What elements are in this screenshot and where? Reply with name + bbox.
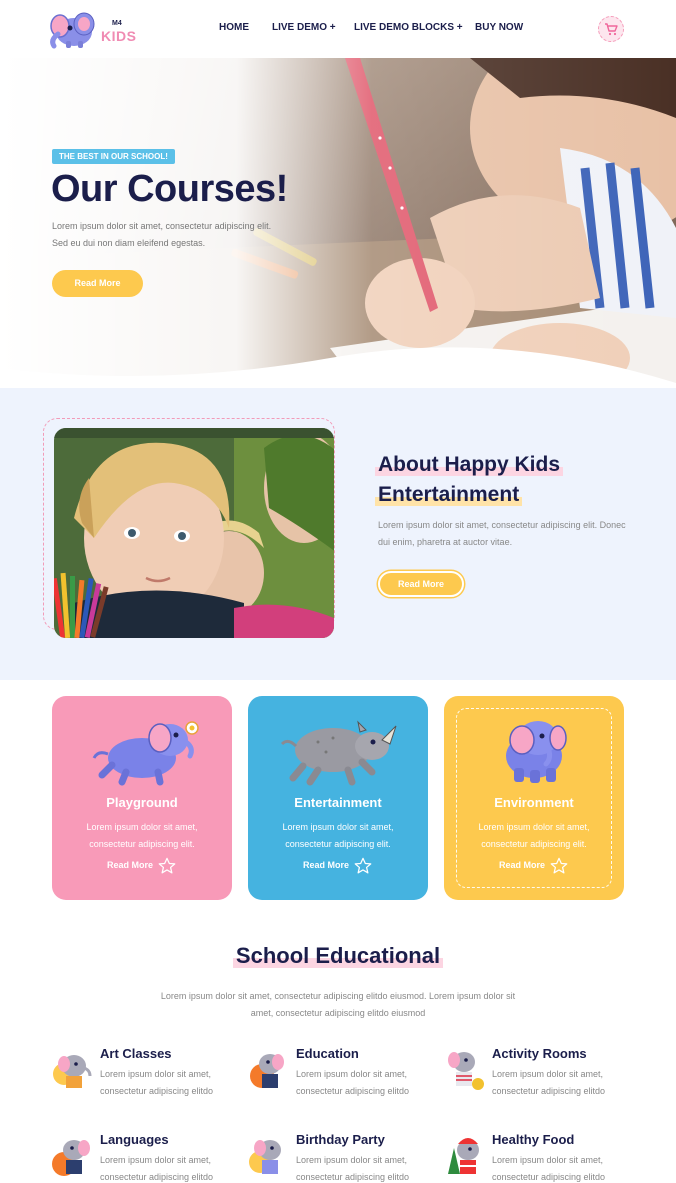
logo-text: KIDS [101, 28, 137, 44]
educational-subtitle: Lorem ipsum dolor sit amet, consectetur … [150, 988, 526, 1022]
hero-badge: THE BEST IN OUR SCHOOL! [52, 149, 175, 164]
card-read-more-link[interactable]: Read More [499, 860, 545, 870]
child-photo [54, 428, 334, 638]
about-title-line-1: About Happy Kids [375, 453, 563, 476]
hero-text-line-2: Sed eu dui non diam eleifend egestas. [52, 238, 206, 248]
feature-text-line-2: consectetur adipiscing elitdo [296, 1172, 410, 1182]
feature-education: Education Lorem ipsum dolor sit amet, co… [248, 1046, 438, 1106]
feature-text-line-2: consectetur adipiscing elitdo [296, 1086, 410, 1096]
feature-title: Activity Rooms [492, 1046, 587, 1061]
nav-home[interactable]: HOME [219, 22, 249, 33]
feature-text-line-2: consectetur adipiscing elitdo [492, 1086, 606, 1096]
card-text: Lorem ipsum dolor sit amet, consectetur … [444, 819, 624, 853]
feature-text-line-1: Lorem ipsum dolor sit amet, [100, 1069, 212, 1079]
logo-small-text: M4 [112, 20, 122, 27]
feature-title: Art Classes [100, 1046, 172, 1061]
nav-buy-now[interactable]: BUY NOW [475, 22, 523, 33]
feature-text-line-2: consectetur adipiscing elitdo [100, 1086, 214, 1096]
feature-text-line-1: Lorem ipsum dolor sit amet, [492, 1155, 604, 1165]
about-photo [54, 428, 334, 638]
educational-title-text: School Educational [232, 943, 444, 968]
elephant-mascot-icon [506, 721, 567, 783]
card-title: Playground [106, 795, 178, 810]
card-playground: Playground Lorem ipsum dolor sit amet, c… [52, 696, 232, 900]
feature-text: Lorem ipsum dolor sit amet, consectetur … [296, 1066, 409, 1100]
feature-text-line-1: Lorem ipsum dolor sit amet, [492, 1069, 604, 1079]
about-text: Lorem ipsum dolor sit amet, consectetur … [378, 520, 626, 547]
feature-title: Languages [100, 1132, 169, 1147]
nav-live-demo[interactable]: LIVE DEMO + [272, 22, 336, 33]
hero-read-more-button[interactable]: Read More [52, 270, 143, 297]
card-title: Environment [494, 795, 574, 810]
cart-icon [605, 23, 618, 36]
feature-art-classes: Art Classes Lorem ipsum dolor sit amet, … [52, 1046, 242, 1106]
card-text-line-2: consectetur adipiscing elit. [285, 839, 391, 849]
elephant-santa-icon [448, 1138, 479, 1174]
feature-title: Healthy Food [492, 1132, 575, 1147]
card-text-line-1: Lorem ipsum dolor sit amet, [86, 822, 198, 832]
feature-birthday-party: Birthday Party Lorem ipsum dolor sit ame… [248, 1132, 438, 1183]
card-text-line-1: Lorem ipsum dolor sit amet, [282, 822, 394, 832]
nav-live-demo-blocks[interactable]: LIVE DEMO BLOCKS + [354, 22, 463, 33]
star-icon[interactable] [550, 857, 568, 875]
elephant-birthday-icon [249, 1140, 281, 1174]
feature-text-line-2: consectetur adipiscing elitdo [492, 1172, 606, 1182]
card-title: Entertainment [294, 795, 382, 810]
card-text-line-2: consectetur adipiscing elit. [89, 839, 195, 849]
feature-text: Lorem ipsum dolor sit amet, consectetur … [100, 1152, 213, 1183]
rhino-mascot-icon [280, 720, 397, 786]
hero-text: Lorem ipsum dolor sit amet, consectetur … [52, 218, 352, 252]
elephant-activity-icon [448, 1052, 484, 1090]
hero-title: Our Courses! [51, 168, 288, 210]
feature-activity-rooms: Activity Rooms Lorem ipsum dolor sit ame… [444, 1046, 634, 1106]
feature-title: Birthday Party [296, 1132, 385, 1147]
cart-button[interactable] [598, 16, 624, 42]
educational-subtitle-line-1: Lorem ipsum dolor sit amet, consectetur … [160, 991, 516, 1001]
card-environment: Environment Lorem ipsum dolor sit amet, … [444, 696, 624, 900]
about-section: About Happy Kids Entertainment Lorem ips… [0, 388, 676, 680]
star-icon[interactable] [354, 857, 372, 875]
elephant-education-icon [250, 1054, 284, 1088]
feature-text-line-1: Lorem ipsum dolor sit amet, [296, 1069, 408, 1079]
card-read-more-link[interactable]: Read More [107, 860, 153, 870]
feature-text: Lorem ipsum dolor sit amet, consectetur … [492, 1152, 605, 1183]
card-text: Lorem ipsum dolor sit amet, consectetur … [52, 819, 232, 853]
about-read-more-button[interactable]: Read More [378, 571, 464, 597]
hero-text-line-1: Lorem ipsum dolor sit amet, consectetur … [52, 221, 272, 231]
elephant-logo-icon [50, 12, 95, 49]
card-text: Lorem ipsum dolor sit amet, consectetur … [248, 819, 428, 853]
site-header: M4 KIDS HOME LIVE DEMO + LIVE DEMO BLOCK… [0, 0, 676, 58]
card-read-more-link[interactable]: Read More [303, 860, 349, 870]
elephant-mascot-icon [92, 721, 199, 786]
feature-text-line-1: Lorem ipsum dolor sit amet, [296, 1155, 408, 1165]
feature-languages: Languages Lorem ipsum dolor sit amet, co… [52, 1132, 242, 1183]
card-text-line-2: consectetur adipiscing elit. [481, 839, 587, 849]
card-text-line-1: Lorem ipsum dolor sit amet, [478, 822, 590, 832]
about-title: About Happy Kids Entertainment [375, 450, 635, 510]
educational-title: School Educational [0, 943, 676, 969]
hero-section: THE BEST IN OUR SCHOOL! Our Courses! Lor… [0, 58, 676, 388]
about-title-line-2: Entertainment [375, 483, 523, 506]
feature-text: Lorem ipsum dolor sit amet, consectetur … [296, 1152, 409, 1183]
feature-text: Lorem ipsum dolor sit amet, consectetur … [100, 1066, 213, 1100]
feature-text-line-2: consectetur adipiscing elitdo [100, 1172, 214, 1182]
feature-text: Lorem ipsum dolor sit amet, consectetur … [492, 1066, 605, 1100]
elephant-art-icon [53, 1055, 92, 1088]
card-entertainment: Entertainment Lorem ipsum dolor sit amet… [248, 696, 428, 900]
feature-text-line-1: Lorem ipsum dolor sit amet, [100, 1155, 212, 1165]
feature-healthy-food: Healthy Food Lorem ipsum dolor sit amet,… [444, 1132, 634, 1183]
star-icon[interactable] [158, 857, 176, 875]
educational-subtitle-line-2: amet, consectetur adipiscing elitdo eius… [250, 1008, 426, 1018]
feature-title: Education [296, 1046, 359, 1061]
elephant-languages-icon [52, 1140, 90, 1176]
